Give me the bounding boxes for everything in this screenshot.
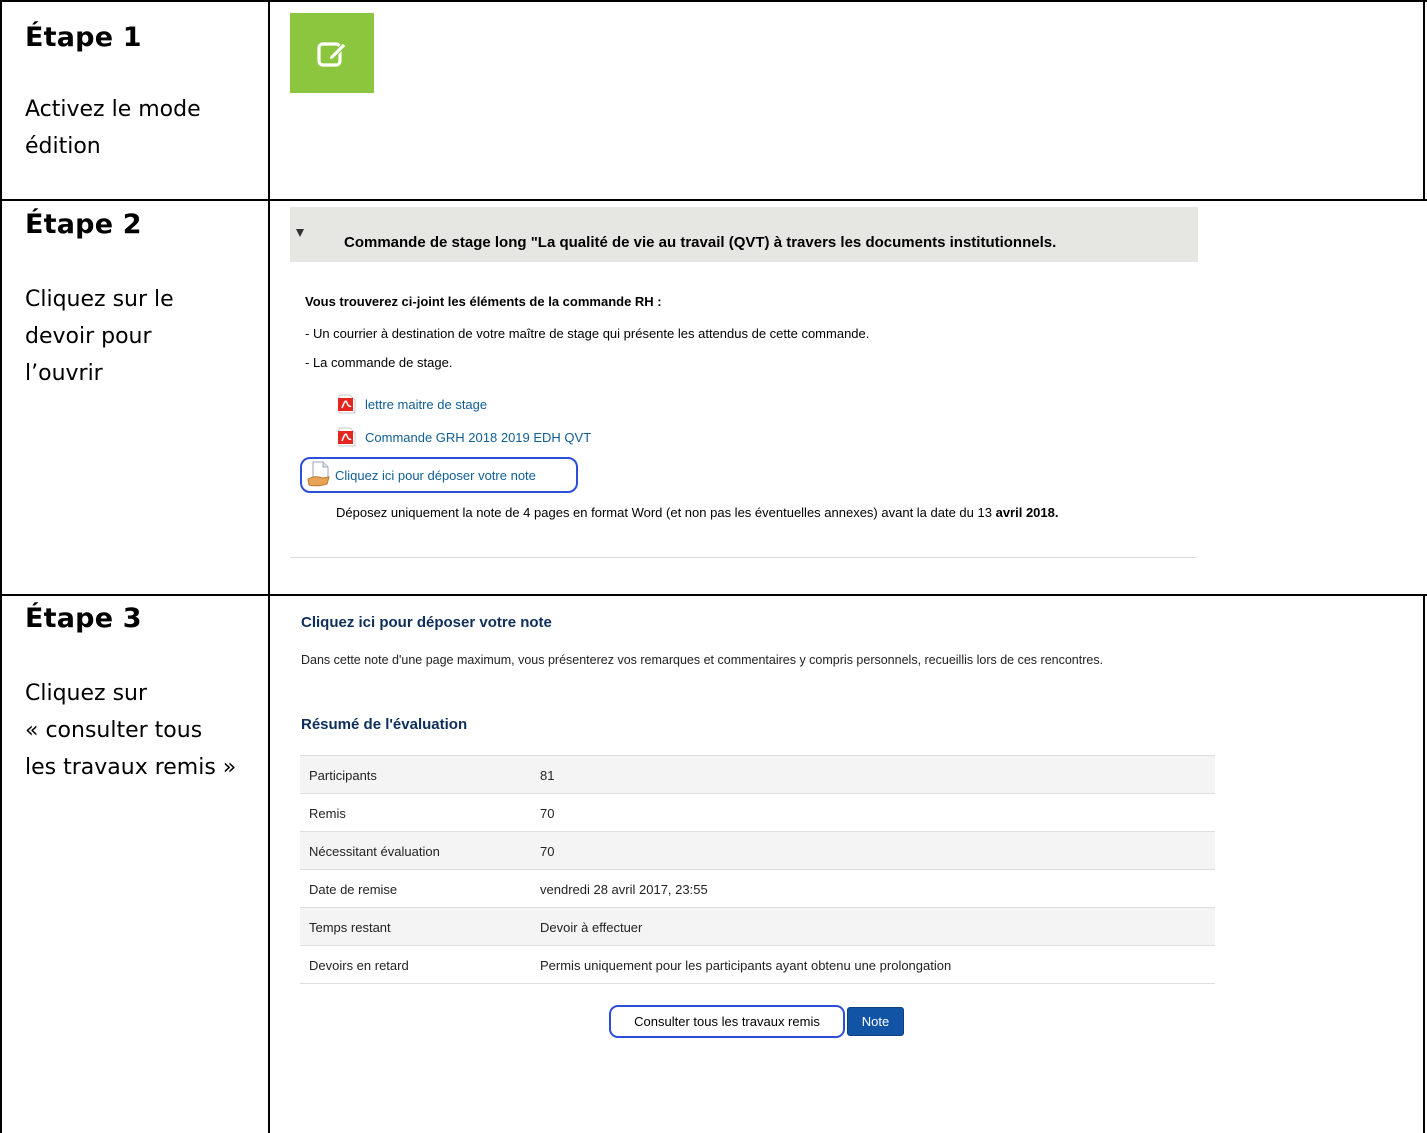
row-value: 70 [540, 806, 555, 821]
row-label: Participants [309, 768, 377, 783]
resource-link-label[interactable]: Commande GRH 2018 2019 EDH QVT [365, 430, 591, 445]
deposit-instructions: Déposez uniquement la note de 4 pages en… [336, 505, 1059, 520]
assignment-link-highlight[interactable]: Cliquez ici pour déposer votre note [300, 457, 578, 493]
step-3-description: Cliquez sur « consulter tous les travaux… [25, 681, 237, 780]
edit-mode-button[interactable] [290, 13, 374, 93]
grading-summary-table: Participants 81 Remis 70 Nécessitant éva… [300, 755, 1215, 984]
assignment-link[interactable]: Cliquez ici pour déposer votre note [335, 468, 536, 483]
collapse-triangle-icon[interactable] [296, 229, 304, 237]
row-label: Nécessitant évaluation [309, 844, 440, 859]
view-all-submissions-button[interactable]: Consulter tous les travaux remis [609, 1005, 845, 1038]
resource-link-lettre[interactable]: lettre maitre de stage [337, 394, 487, 414]
resource-link-commande[interactable]: Commande GRH 2018 2019 EDH QVT [337, 427, 591, 447]
step-2-description: Cliquez sur le devoir pour l’ouvrir [25, 287, 174, 386]
table-row-divider [0, 594, 1427, 596]
row-label: Devoirs en retard [309, 958, 409, 973]
row-label: Date de remise [309, 882, 398, 897]
table-border-left [0, 0, 2, 1133]
assignment-description: Dans cette note d'une page maximum, vous… [301, 653, 1104, 667]
section-line: - Un courrier à destination de votre maî… [305, 326, 870, 341]
step-1-title: Étape 1 [25, 22, 142, 53]
table-row: Devoirs en retard Permis uniquement pour… [300, 946, 1215, 984]
table-border-right [1423, 0, 1425, 200]
pdf-icon [338, 427, 356, 447]
row-value: Devoir à effectuer [540, 920, 643, 935]
row-value: vendredi 28 avril 2017, 23:55 [540, 882, 708, 897]
step-1-description: Activez le mode édition [25, 97, 201, 159]
resource-link-label[interactable]: lettre maitre de stage [365, 397, 487, 412]
table-column-divider [268, 0, 270, 1133]
table-row: Remis 70 [300, 794, 1215, 832]
section-title: Commande de stage long "La qualité de vi… [344, 234, 1057, 251]
step-2-title: Étape 2 [25, 209, 142, 240]
grading-summary-title: Résumé de l'évaluation [301, 716, 468, 733]
row-value: Permis uniquement pour les participants … [540, 958, 952, 973]
section-line: - La commande de stage. [305, 355, 453, 370]
table-border-top [0, 0, 1427, 2]
table-row: Nécessitant évaluation 70 [300, 832, 1215, 870]
row-value: 70 [540, 844, 555, 859]
grade-button[interactable]: Note [847, 1007, 904, 1036]
assignment-title: Cliquez ici pour déposer votre note [301, 614, 552, 631]
table-row-divider [0, 199, 1427, 201]
pdf-icon [338, 394, 356, 414]
course-section-header[interactable]: Commande de stage long "La qualité de vi… [290, 207, 1198, 262]
table-row: Temps restant Devoir à effectuer [300, 908, 1215, 946]
table-row: Participants 81 [300, 756, 1215, 794]
row-label: Temps restant [309, 920, 391, 935]
row-value: 81 [540, 768, 555, 783]
step-3-title: Étape 3 [25, 603, 142, 634]
row-label: Remis [309, 806, 346, 821]
edit-pencil-icon [317, 42, 347, 67]
table-row: Date de remise vendredi 28 avril 2017, 2… [300, 870, 1215, 908]
assignment-icon [307, 461, 330, 487]
table-border-right [1423, 595, 1425, 1133]
section-separator [290, 557, 1197, 558]
section-intro: Vous trouverez ci-joint les éléments de … [305, 294, 662, 309]
